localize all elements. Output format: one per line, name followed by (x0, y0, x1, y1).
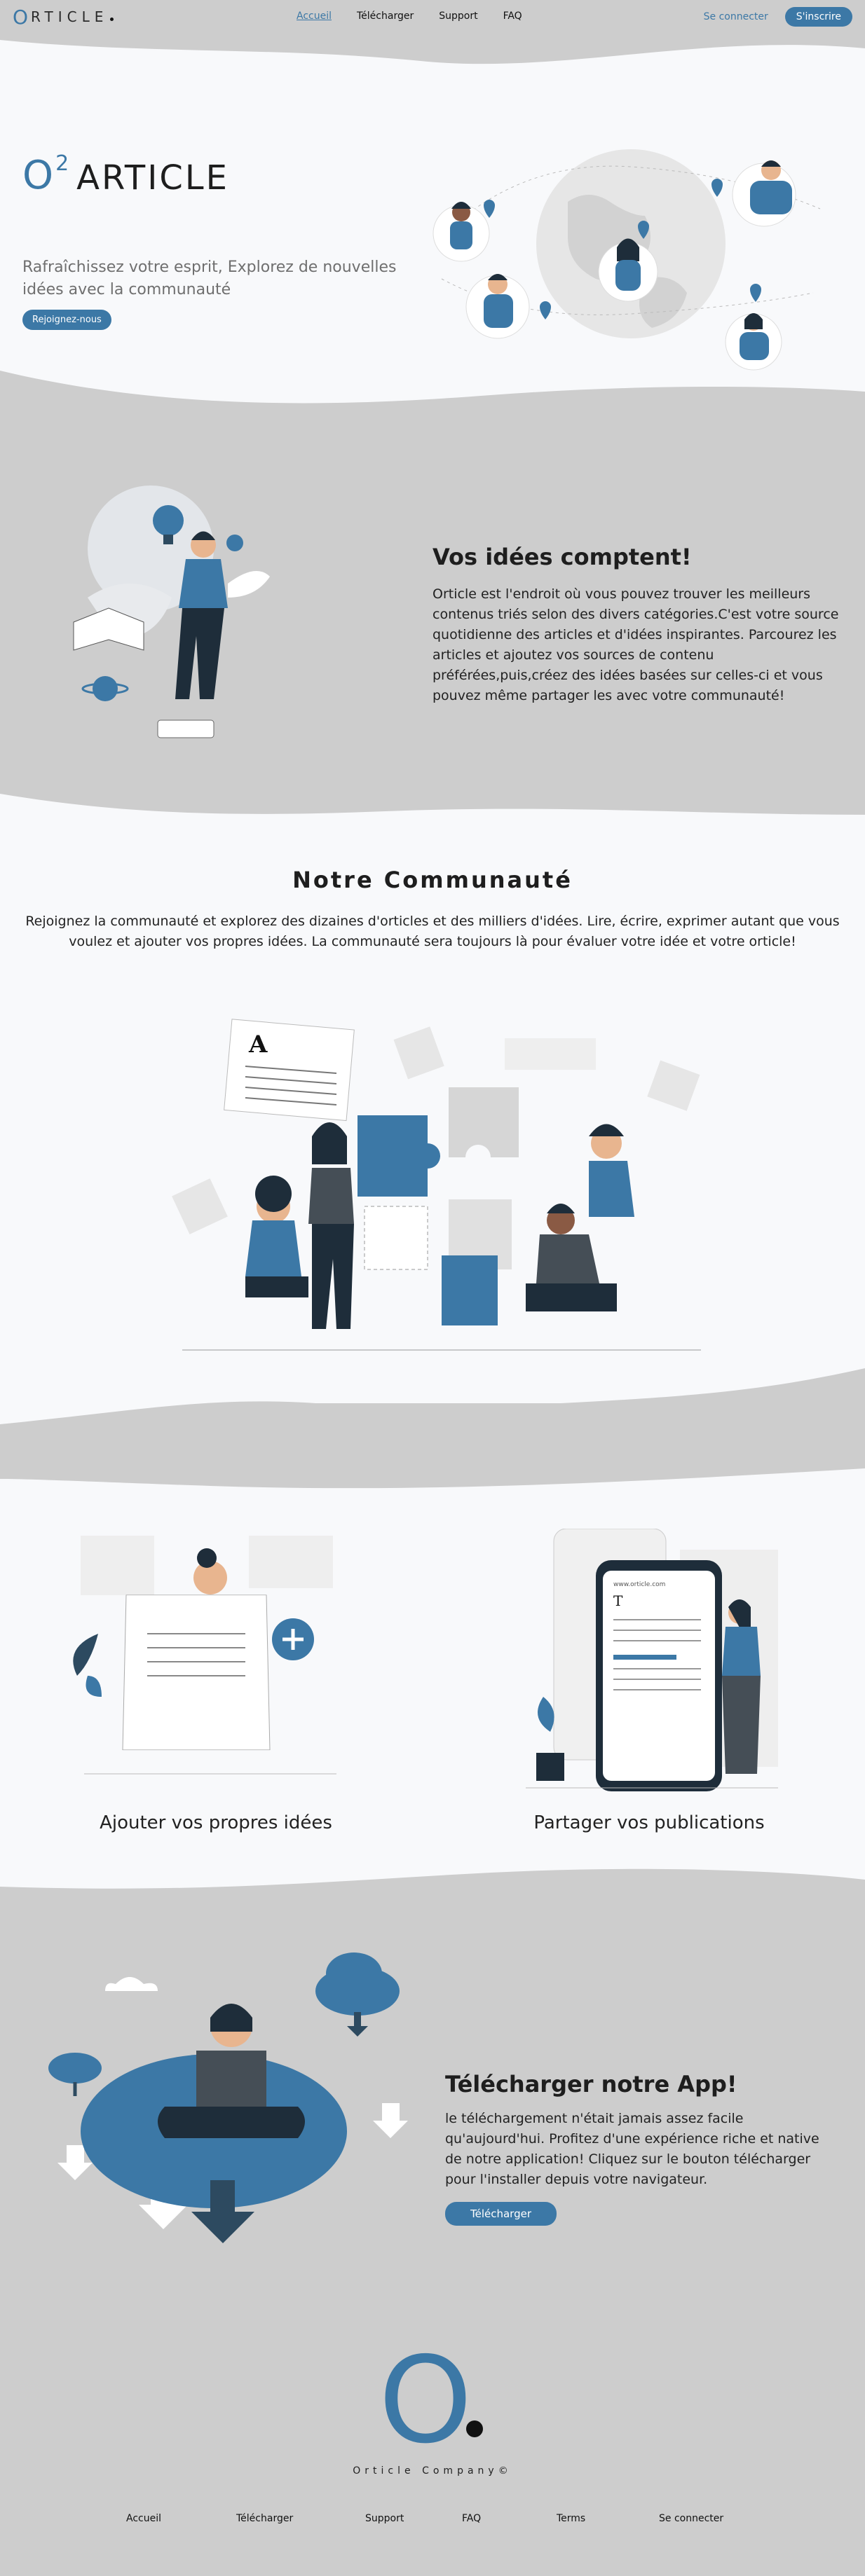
hero-title-text: ARTICLE (76, 158, 229, 198)
footer-link-login[interactable]: Se connecter (659, 2513, 723, 2524)
footer-logo-dot (466, 2420, 483, 2437)
footer-link-accueil[interactable]: Accueil (126, 2513, 236, 2524)
auth-links: Se connecter S'inscrire (704, 7, 852, 27)
nav-link-support[interactable]: Support (439, 11, 477, 22)
hero-illustration (433, 149, 821, 371)
person-left-top (433, 202, 490, 262)
footer-link-support[interactable]: Support (365, 2513, 462, 2524)
app-text: le téléchargement n'était jamais assez f… (445, 2111, 819, 2187)
nav-link-faq[interactable]: FAQ (503, 11, 522, 22)
login-link[interactable]: Se connecter (704, 11, 768, 22)
add-ideas-illustration (73, 1536, 336, 1775)
hero-top-wave (0, 33, 865, 64)
ideas-text: Orticle est l'endroit où vous pouvez tro… (433, 586, 839, 703)
nav-link-telecharger[interactable]: Télécharger (357, 11, 414, 22)
community-section: Notre Communauté Rejoignez la communauté… (0, 821, 865, 1466)
nav-link-accueil[interactable]: Accueil (297, 11, 332, 22)
person-left-bottom (465, 274, 530, 339)
signup-button[interactable]: S'inscrire (784, 7, 852, 27)
logo-o: O (13, 5, 32, 29)
features-section: Ajouter vos propres idées www.orticle.co… (0, 1465, 865, 1901)
navbar: O RTICLE Accueil Télécharger Support FAQ… (0, 0, 865, 34)
join-button[interactable]: Rejoignez-nous (22, 310, 111, 330)
hero-title-o: O (22, 153, 56, 198)
footer-link-terms[interactable]: Terms (557, 2513, 659, 2524)
add-ideas-label: Ajouter vos propres idées (100, 1812, 332, 1833)
ideas-bottom-wave (0, 794, 865, 822)
features-top-wave (0, 1465, 865, 1489)
footer-company: Orticle Company© (353, 2465, 512, 2477)
footer-links: Accueil Télécharger Support FAQ Terms Se… (126, 2513, 723, 2524)
main-nav: Accueil Télécharger Support FAQ (297, 11, 547, 22)
share-posts-illustration: www.orticle.com T (526, 1529, 778, 1791)
community-heading: Notre Communauté (292, 867, 573, 893)
footer-link-faq[interactable]: FAQ (462, 2513, 557, 2524)
phone-letter: T (613, 1592, 623, 1609)
hero-tagline: Rafraîchissez votre esprit, Explorez de … (22, 259, 397, 298)
footer-logo-o: O (379, 2332, 472, 2470)
share-posts-label: Partager vos publications (533, 1812, 765, 1833)
footer: O Orticle Company© Accueil Télécharger S… (0, 2334, 865, 2576)
logo-dot (110, 17, 114, 21)
hero-bottom-wave (0, 371, 865, 413)
person-kneeling-right (526, 1204, 617, 1311)
paper-letter: A (248, 1031, 268, 1059)
person-right-standing (589, 1124, 634, 1217)
app-section: Télécharger notre App! le téléchargement… (0, 1900, 865, 2334)
person-right-top (732, 160, 796, 227)
hero-title: O 2 ARTICLE (22, 151, 229, 198)
phone-url: www.orticle.com (613, 1581, 665, 1588)
person-kneeling-left (245, 1176, 308, 1297)
download-button[interactable]: Télécharger (445, 2202, 557, 2226)
footer-link-telecharger[interactable]: Télécharger (236, 2513, 365, 2524)
ideas-section: Vos idées comptent! Orticle est l'endroi… (0, 412, 865, 822)
ideas-heading: Vos idées comptent! (433, 544, 692, 570)
features-bottom-wave (0, 1868, 865, 1901)
community-bottom-wave (0, 1368, 865, 1466)
person-right-bottom (725, 313, 782, 371)
community-text: Rejoignez la communauté et explorez des … (25, 914, 840, 949)
app-heading: Télécharger notre App! (445, 2071, 737, 2098)
person-standing-center (308, 1122, 354, 1329)
hero-title-sup: 2 (55, 151, 71, 176)
ideas-illustration (73, 485, 270, 738)
logo[interactable]: O RTICLE (13, 6, 114, 29)
hero-section: O 2 ARTICLE Rafraîchissez votre esprit, … (0, 33, 865, 413)
app-illustration (48, 1952, 408, 2243)
logo-text: RTICLE (31, 8, 109, 25)
